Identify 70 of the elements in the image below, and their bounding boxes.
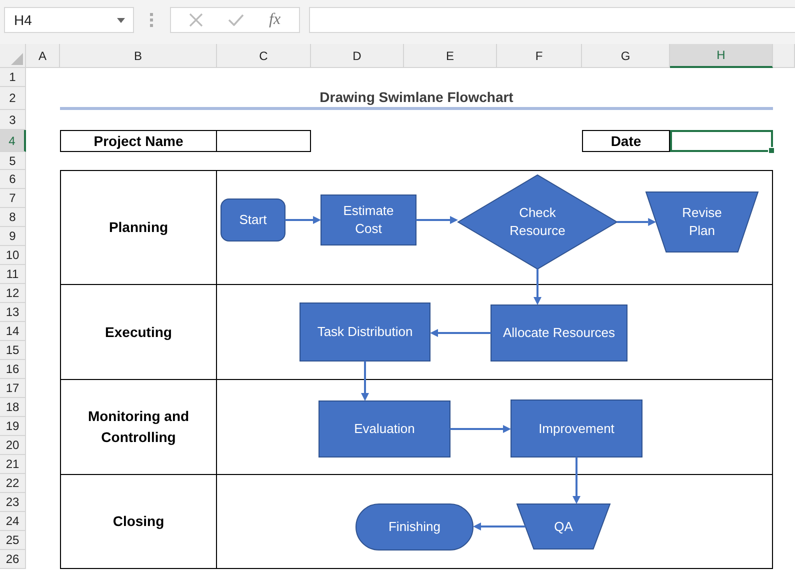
- row-header[interactable]: 19: [0, 417, 26, 436]
- lane-label: Monitoring and Controlling: [60, 379, 217, 474]
- name-box[interactable]: H4: [4, 7, 134, 33]
- column-header[interactable]: H: [670, 44, 773, 68]
- trapezoid-shape: Revise Plan: [645, 192, 759, 252]
- row-header[interactable]: 4: [0, 130, 26, 152]
- process-box: Task Distribution: [300, 302, 430, 362]
- column-header[interactable]: D: [311, 44, 404, 68]
- arrow-connector: [473, 522, 526, 530]
- field-label: Date: [582, 130, 670, 152]
- row-header[interactable]: 7: [0, 189, 26, 208]
- arrow-connector: [450, 425, 511, 433]
- select-all-icon[interactable]: [11, 53, 23, 65]
- lane-label: Executing: [60, 284, 217, 379]
- rounded-box: Start: [220, 198, 286, 242]
- arrow-connector: [572, 457, 580, 504]
- row-header[interactable]: 24: [0, 512, 26, 531]
- insert-function-button[interactable]: fx: [269, 11, 281, 29]
- row-header[interactable]: 2: [0, 87, 26, 110]
- process-box: Allocate Resources: [490, 304, 628, 362]
- arrow-connector: [361, 361, 369, 401]
- arrow-connector: [534, 269, 542, 305]
- column-header[interactable]: B: [60, 44, 217, 68]
- sheet-title: Drawing Swimlane Flowchart: [60, 87, 773, 110]
- caret-icon: [117, 18, 125, 22]
- lane-label: Closing: [60, 474, 217, 569]
- column-header[interactable]: G: [582, 44, 670, 68]
- row-header[interactable]: 9: [0, 227, 26, 246]
- row-header[interactable]: 12: [0, 284, 26, 303]
- row-header[interactable]: 22: [0, 474, 26, 493]
- process-box: Improvement: [510, 400, 642, 458]
- process-box: Estimate Cost: [320, 194, 416, 246]
- process-box: Evaluation: [318, 400, 450, 458]
- row-header[interactable]: 10: [0, 246, 26, 265]
- row-header[interactable]: 1: [0, 68, 26, 87]
- cancel-icon[interactable]: [189, 13, 204, 27]
- row-header[interactable]: 16: [0, 360, 26, 379]
- row-header[interactable]: 26: [0, 550, 26, 569]
- arrow-connector: [285, 216, 321, 224]
- row-header[interactable]: 6: [0, 170, 26, 189]
- arrow-connector: [416, 216, 458, 224]
- column-header[interactable]: C: [217, 44, 311, 68]
- row-header[interactable]: 25: [0, 531, 26, 550]
- column-header[interactable]: E: [404, 44, 497, 68]
- row-header[interactable]: 5: [0, 152, 26, 170]
- row-header[interactable]: 18: [0, 398, 26, 417]
- row-header[interactable]: 17: [0, 379, 26, 398]
- column-header[interactable]: F: [497, 44, 582, 68]
- row-header[interactable]: 21: [0, 455, 26, 474]
- decision-diamond: Check Resource: [457, 174, 618, 270]
- row-header[interactable]: 13: [0, 303, 26, 322]
- row-header[interactable]: 14: [0, 322, 26, 341]
- lane-label: Planning: [60, 170, 217, 284]
- arrow-connector: [617, 218, 656, 226]
- formula-field[interactable]: [309, 7, 795, 33]
- terminator-shape: Finishing: [356, 504, 474, 550]
- input-cell[interactable]: [670, 130, 773, 152]
- row-header[interactable]: 8: [0, 208, 26, 227]
- column-header[interactable]: A: [26, 44, 60, 68]
- row-header[interactable]: 15: [0, 341, 26, 360]
- row-header[interactable]: 20: [0, 436, 26, 455]
- arrow-connector: [430, 329, 491, 337]
- field-label: Project Name: [60, 130, 217, 152]
- row-header[interactable]: 11: [0, 265, 26, 284]
- input-cell[interactable]: [217, 130, 311, 152]
- row-header[interactable]: 23: [0, 493, 26, 512]
- row-header[interactable]: 3: [0, 110, 26, 130]
- checkmark-icon[interactable]: [228, 14, 244, 26]
- trapezoid-shape: QA: [516, 504, 611, 550]
- grip-icon: [150, 13, 153, 27]
